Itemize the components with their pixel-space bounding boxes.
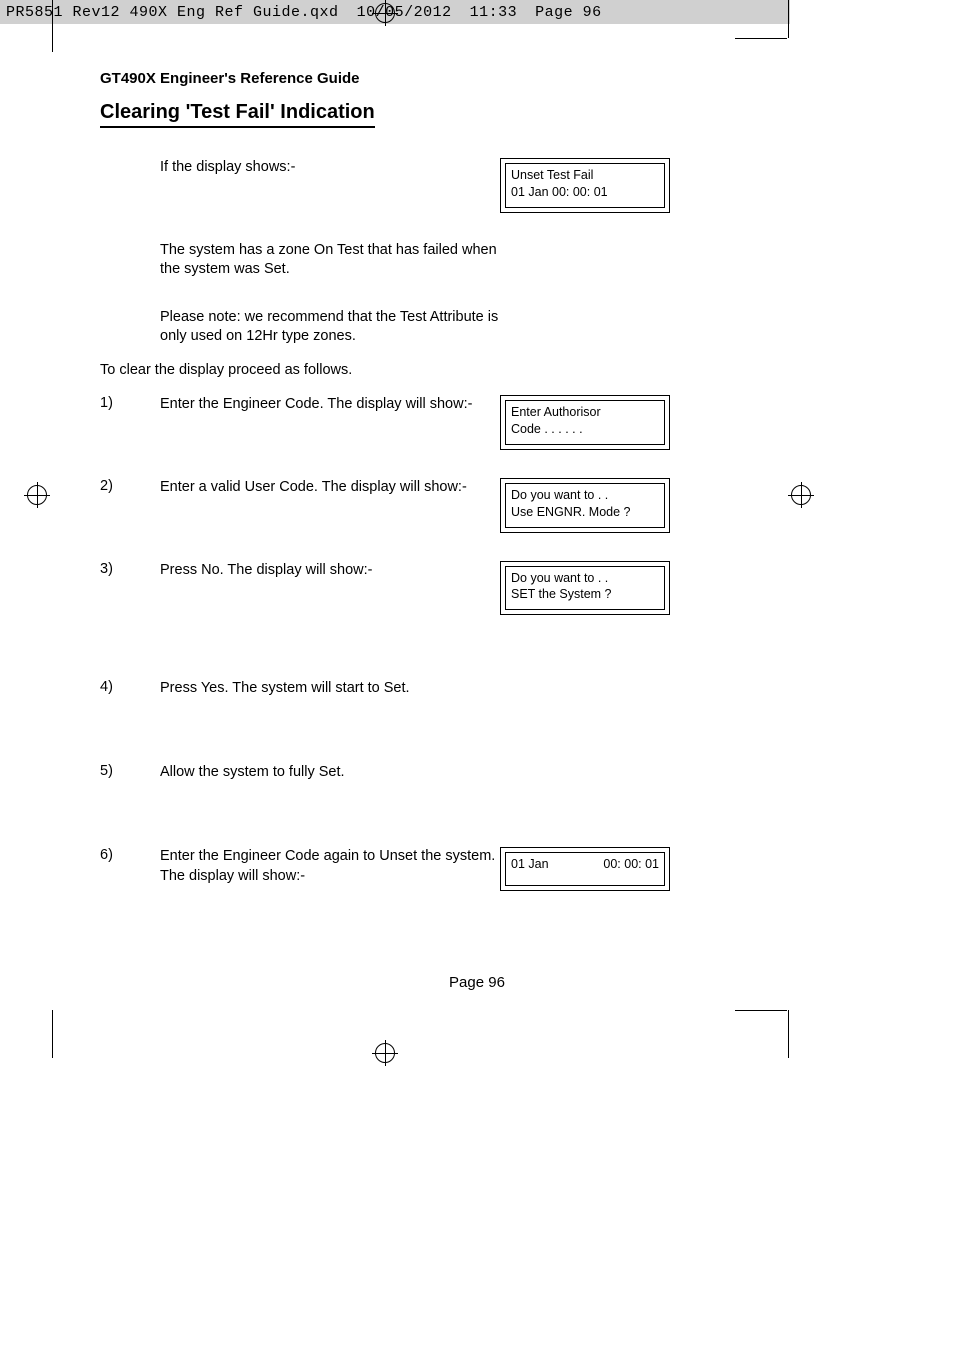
- lcd-display-set-system: Do you want to . . SET the System ?: [500, 561, 670, 616]
- intro-row-3: Please note: we recommend that the Test …: [100, 308, 720, 347]
- lcd-line2: Use ENGNR. Mode ?: [511, 504, 659, 521]
- intro-lead: To clear the display proceed as follows.: [100, 361, 600, 381]
- registration-mark-right: [788, 482, 814, 508]
- step-number: 4): [100, 679, 160, 695]
- running-head: GT490X Engineer's Reference Guide: [100, 70, 720, 87]
- crop-mark: [52, 1010, 53, 1058]
- step-text: Enter the Engineer Code again to Unset t…: [160, 847, 500, 886]
- lcd-line1: Enter Authorisor: [511, 404, 659, 421]
- lcd-display-enter-authorisor: Enter Authorisor Code . . . . . .: [500, 395, 670, 450]
- step-number: 1): [100, 395, 160, 411]
- lcd-line1: Unset Test Fail: [511, 167, 659, 184]
- lcd-line2-right: 00: 00: 01: [603, 856, 659, 873]
- registration-mark-left: [24, 482, 50, 508]
- page-number: Page 96: [0, 974, 954, 991]
- step-text: Enter the Engineer Code. The display wil…: [160, 395, 500, 415]
- crop-mark: [52, 0, 53, 52]
- step-row-3: 3) Press No. The display will show:- Do …: [100, 561, 720, 616]
- step-text: Press Yes. The system will start to Set.: [160, 679, 500, 699]
- intro-para3: Please note: we recommend that the Test …: [160, 308, 500, 347]
- intro-line1: If the display shows:-: [160, 158, 500, 178]
- lcd-display-idle: 01 Jan 00: 00: 01: [500, 847, 670, 891]
- lcd-line2: 01 Jan 00: 00: 01: [511, 184, 659, 201]
- lcd-display-unset-test-fail: Unset Test Fail 01 Jan 00: 00: 01: [500, 158, 670, 213]
- lcd-line2: SET the System ?: [511, 586, 659, 603]
- step-text: Allow the system to fully Set.: [160, 763, 500, 783]
- lcd-display-engnr-mode: Do you want to . . Use ENGNR. Mode ?: [500, 478, 670, 533]
- intro-lead-row: To clear the display proceed as follows.: [100, 361, 720, 381]
- step-text: Enter a valid User Code. The display wil…: [160, 478, 500, 498]
- step-text: Press No. The display will show:-: [160, 561, 500, 581]
- step-number: 3): [100, 561, 160, 577]
- lcd-line2-left: 01 Jan: [511, 856, 549, 873]
- lcd-line1: Do you want to . .: [511, 570, 659, 587]
- crop-mark: [735, 38, 787, 39]
- content-area: GT490X Engineer's Reference Guide Cleari…: [100, 70, 720, 905]
- registration-mark-bottom: [372, 1040, 398, 1066]
- intro-para2: The system has a zone On Test that has f…: [160, 241, 500, 280]
- crop-mark: [735, 1010, 787, 1011]
- registration-mark-top: [372, 0, 398, 26]
- slug-date: 10/05/2012: [357, 4, 452, 21]
- slug-filename: PR5851 Rev12 490X Eng Ref Guide.qxd: [6, 4, 339, 21]
- step-row-1: 1) Enter the Engineer Code. The display …: [100, 395, 720, 450]
- crop-mark: [788, 1010, 789, 1058]
- section-title: Clearing 'Test Fail' Indication: [100, 101, 375, 128]
- crop-mark: [788, 0, 789, 38]
- slug-time: 11:33: [470, 4, 518, 21]
- lcd-line2: Code . . . . . .: [511, 421, 659, 438]
- step-number: 2): [100, 478, 160, 494]
- step-number: 5): [100, 763, 160, 779]
- slug-page: Page 96: [535, 4, 602, 21]
- step-row-6: 6) Enter the Engineer Code again to Unse…: [100, 847, 720, 891]
- intro-row-1: If the display shows:- Unset Test Fail 0…: [100, 158, 720, 213]
- intro-row-2: The system has a zone On Test that has f…: [100, 241, 720, 280]
- page-root: PR5851 Rev12 490X Eng Ref Guide.qxd 10/0…: [0, 0, 954, 1350]
- step-number: 6): [100, 847, 160, 863]
- step-row-5: 5) Allow the system to fully Set.: [100, 763, 720, 783]
- step-row-2: 2) Enter a valid User Code. The display …: [100, 478, 720, 533]
- step-row-4: 4) Press Yes. The system will start to S…: [100, 679, 720, 699]
- lcd-line1: Do you want to . .: [511, 487, 659, 504]
